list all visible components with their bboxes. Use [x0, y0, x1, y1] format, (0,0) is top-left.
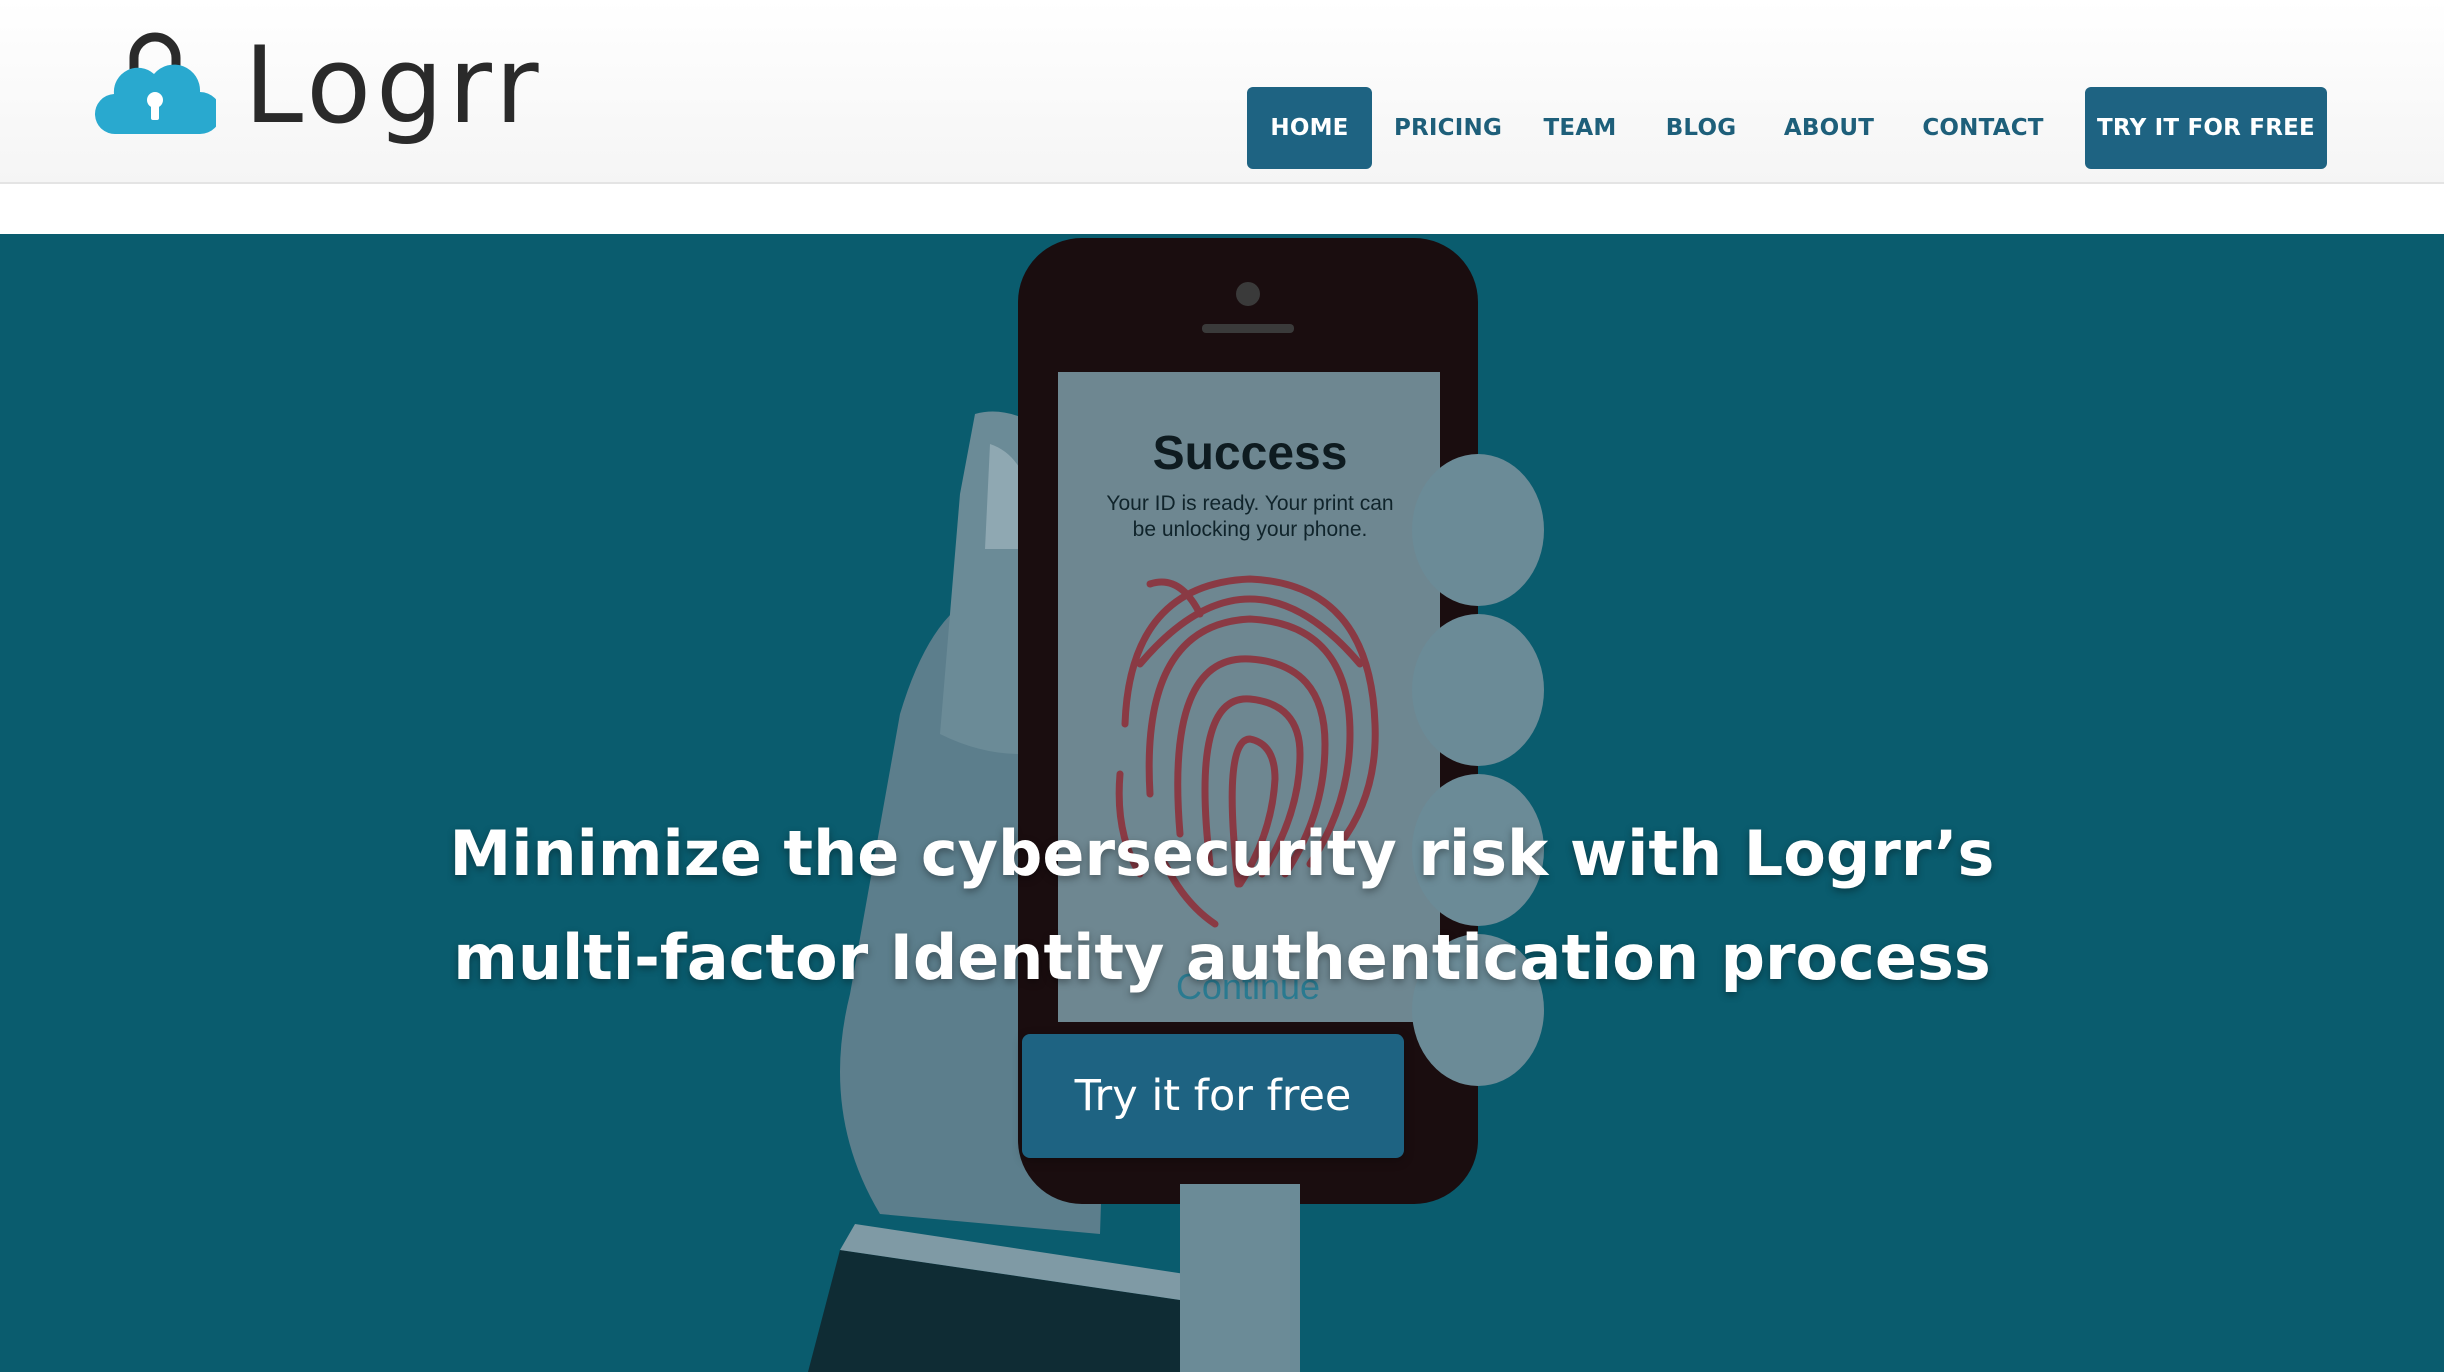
logo[interactable]: Logrr [94, 16, 544, 156]
nav-about[interactable]: ABOUT [1781, 87, 1877, 169]
brand-name: Logrr [244, 24, 544, 147]
hero-title-line1: Minimize the cybersecurity risk with Log… [449, 817, 1995, 890]
phone-camera [1236, 282, 1260, 306]
nav-pricing[interactable]: PRICING [1385, 87, 1511, 169]
nav-blog[interactable]: BLOG [1662, 87, 1740, 169]
nav-contact[interactable]: CONTACT [1917, 87, 2049, 169]
phone-speaker [1202, 324, 1294, 333]
wrist-shape [1180, 1184, 1300, 1372]
try-free-hero-button[interactable]: Try it for free [1022, 1034, 1404, 1158]
cloud-lock-icon [94, 32, 216, 135]
try-free-nav-button[interactable]: TRY IT FOR FREE [2085, 87, 2327, 169]
phone-message-line1: Your ID is ready. Your print can [1106, 492, 1393, 515]
hero-title: Minimize the cybersecurity risk with Log… [0, 802, 2444, 1010]
nav-home[interactable]: HOME [1247, 87, 1372, 169]
phone-success-heading: Success [1153, 427, 1348, 480]
phone-message-line2: be unlocking your phone. [1133, 518, 1368, 541]
hero-section: Success Your ID is ready. Your print can… [0, 234, 2444, 1372]
site-header: Logrr HOME PRICING TEAM BLOG ABOUT CONTA… [0, 0, 2444, 184]
nav-team[interactable]: TEAM [1537, 87, 1623, 169]
hero-title-line2: multi-factor Identity authentication pro… [453, 921, 1991, 994]
